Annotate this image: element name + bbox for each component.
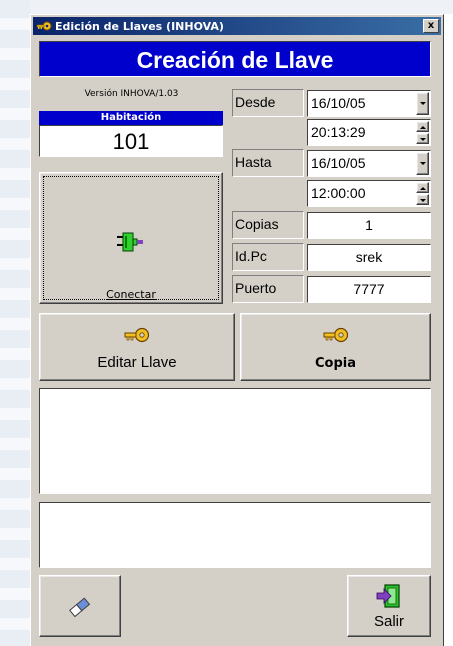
copy-label: Copia [314,356,356,371]
clear-button[interactable] [39,575,121,637]
edit-key-label: Editar Llave [97,354,177,371]
connect-button-label: Conectar [106,288,156,301]
desde-date-picker[interactable]: 16/10/05 [307,90,431,117]
puerto-label: Puerto [232,275,304,303]
room-label: Habitación [39,111,223,125]
message-panel [39,388,431,494]
eraser-icon [68,596,92,623]
hasta-date-picker[interactable]: 16/10/05 [307,150,431,177]
copias-field[interactable]: 1 [307,212,431,239]
exit-door-icon [375,583,403,614]
exit-label: Salir [373,613,404,630]
edit-keys-window: Edición de Llaves (INHOVA) x Creación de… [30,14,444,646]
hasta-time-picker[interactable]: 12:00:00 [307,180,431,207]
copias-label: Copias [232,211,304,239]
plug-icon [116,230,144,259]
background-top [0,0,453,14]
background-desktop [0,0,30,646]
desde-time-spinner[interactable] [416,121,429,144]
version-label: Versión INHOVA/1.03 [84,89,179,99]
puerto-field[interactable]: 7777 [307,276,431,303]
chevron-down-icon [420,138,426,141]
window-title: Edición de Llaves (INHOVA) [55,19,224,33]
close-icon: x [427,20,435,31]
hasta-date-dropdown-button[interactable] [416,152,429,175]
connect-button[interactable]: Conectar [39,172,223,304]
idpc-label: Id.Pc [232,243,304,271]
key-icon [36,20,52,32]
spin-down-button[interactable] [416,194,429,205]
desde-date-dropdown-button[interactable] [416,92,429,115]
close-button[interactable]: x [423,19,439,33]
spin-down-button[interactable] [416,133,429,144]
chevron-up-icon [420,126,426,129]
chevron-down-icon [420,162,426,165]
hasta-date-value: 16/10/05 [311,155,366,171]
idpc-field[interactable]: srek [307,244,431,271]
exit-button[interactable]: Salir [347,575,431,637]
room-number-field[interactable]: 101 [39,125,223,157]
desde-time-picker[interactable]: 20:13:29 [307,119,431,146]
spin-up-button[interactable] [416,182,429,193]
desde-time-value: 20:13:29 [311,124,366,140]
chevron-down-icon [420,199,426,202]
hasta-time-spinner[interactable] [416,182,429,205]
hasta-label: Hasta [232,149,304,177]
chevron-down-icon [420,102,426,105]
desde-date-value: 16/10/05 [311,95,366,111]
status-panel [39,502,431,568]
page-title: Creación de Llave [39,41,431,77]
key-icon [323,326,349,349]
title-bar[interactable]: Edición de Llaves (INHOVA) x [33,17,441,35]
desde-label: Desde [232,89,304,117]
copy-button[interactable]: Copia [240,313,431,381]
spin-up-button[interactable] [416,121,429,132]
desde-time-spacer [232,119,304,147]
edit-key-button[interactable]: Editar Llave [39,313,235,381]
chevron-up-icon [420,187,426,190]
hasta-time-value: 12:00:00 [311,185,366,201]
key-icon [124,326,150,349]
